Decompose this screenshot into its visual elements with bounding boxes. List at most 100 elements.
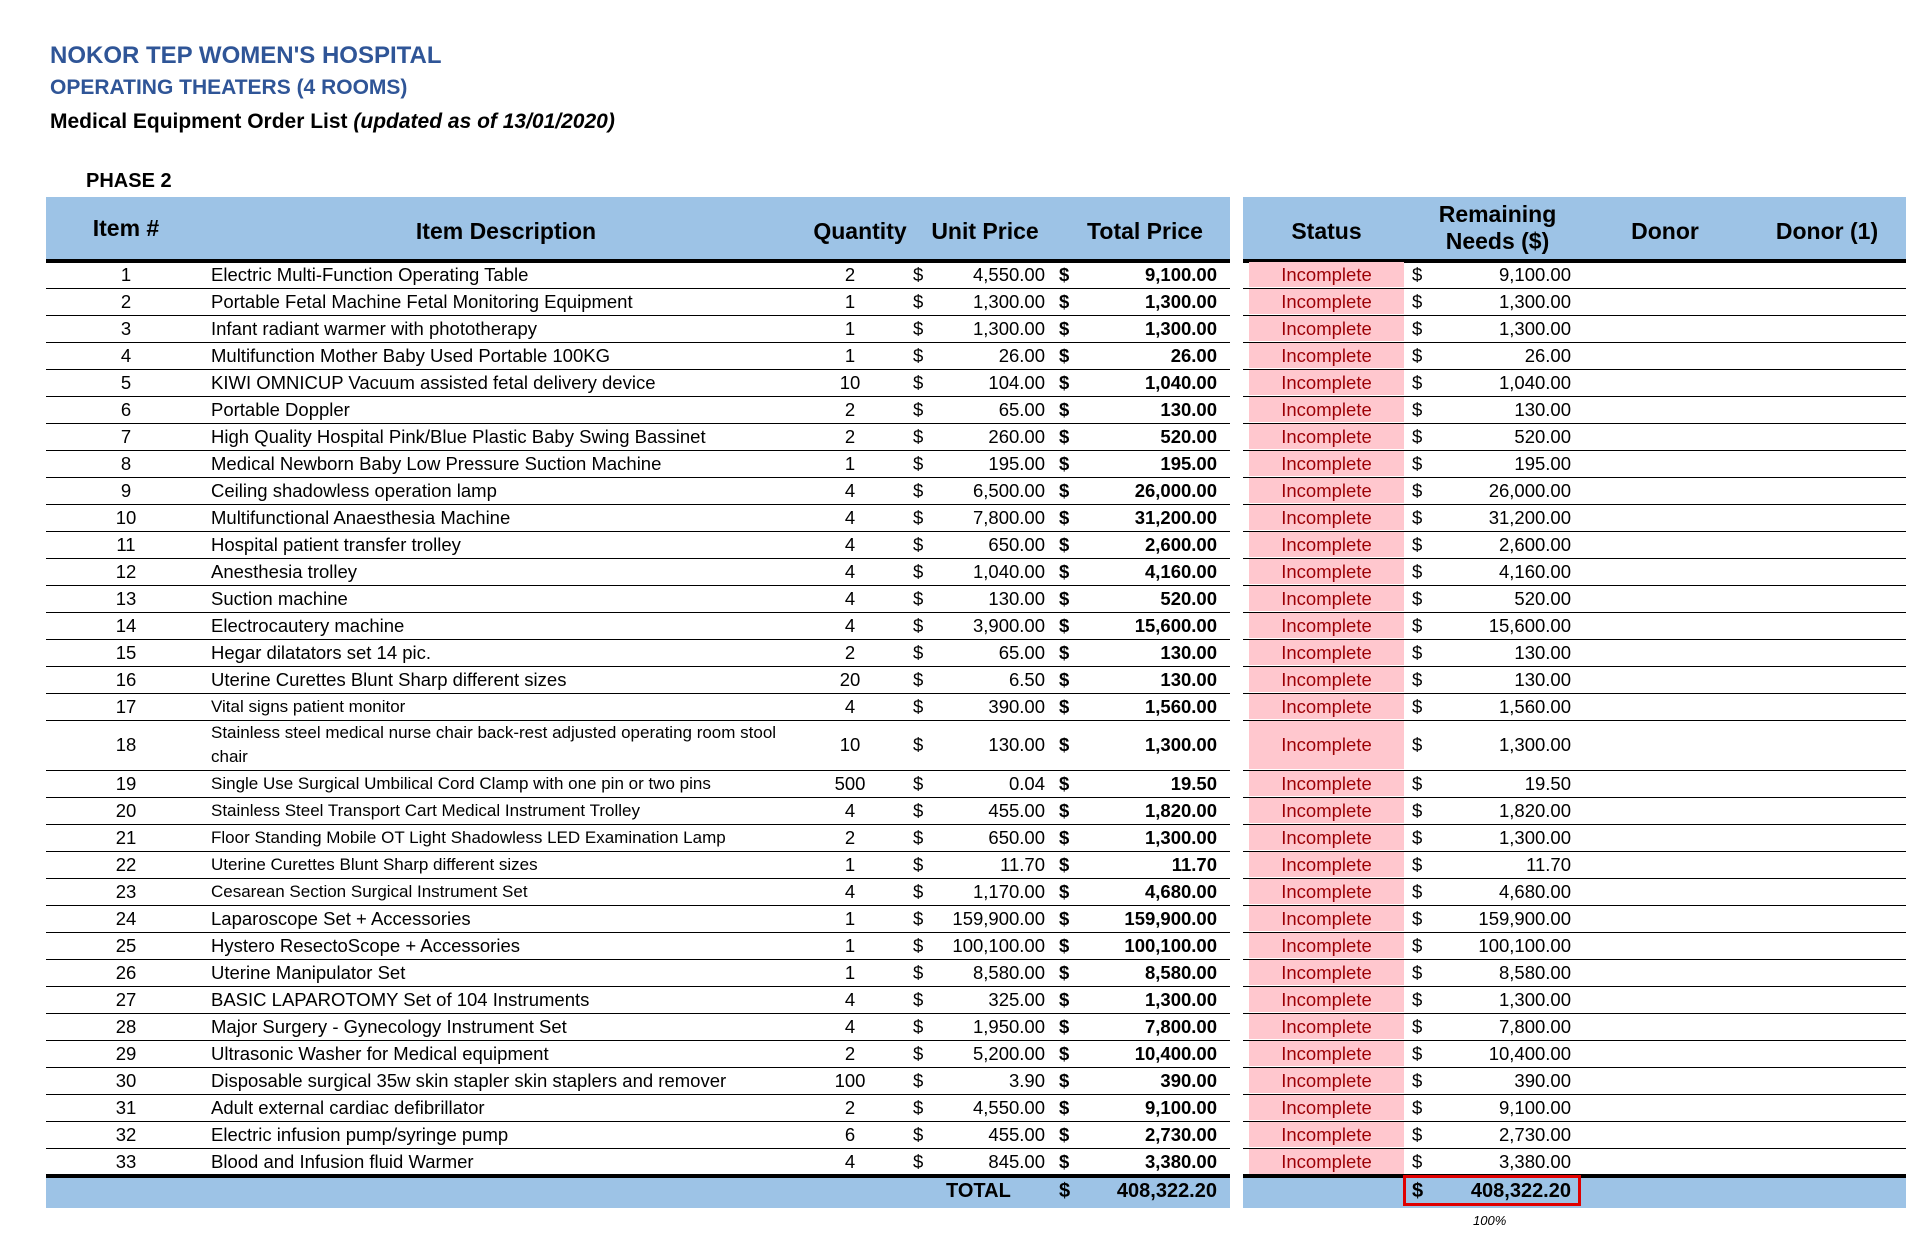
table-row: 29 Ultrasonic Washer for Medical equipmen… (0, 1041, 1930, 1068)
currency-symbol: $ (1412, 614, 1423, 636)
item-description: Portable Fetal Machine Fetal Monitoring … (211, 290, 633, 312)
currency-symbol: $ (1412, 1150, 1423, 1172)
item-unit-price: 650.00 (988, 826, 1045, 848)
table-row: 7 High Quality Hospital Pink/Blue Plastic… (0, 424, 1930, 451)
item-remaining: 1,300.00 (1498, 826, 1571, 848)
currency-symbol: $ (913, 425, 924, 447)
item-description: Infant radiant warmer with phototherapy (211, 317, 537, 339)
table-row: 24 Laparoscope Set + Accessories 1 $159,900… (0, 906, 1930, 933)
item-total-price: 2,730.00 (1144, 1123, 1217, 1145)
item-total-price: 520.00 (1160, 425, 1217, 447)
table-row: 25 Hystero ResectoScope + Accessories 1 $10… (0, 933, 1930, 960)
list-title-text: Medical Equipment Order List (50, 110, 348, 133)
currency-symbol: $ (913, 371, 924, 393)
item-quantity: 2 (844, 425, 856, 447)
col-donor1: Donor (1) (1775, 218, 1879, 244)
item-unit-price: 3,900.00 (972, 614, 1045, 636)
currency-symbol: $ (1412, 560, 1423, 582)
item-unit-price: 65.00 (998, 641, 1045, 663)
item-quantity: 4 (844, 1150, 856, 1172)
status-badge: Incomplete (1249, 640, 1404, 665)
item-number: 28 (115, 1015, 137, 1037)
currency-symbol: $ (1412, 1069, 1423, 1091)
currency-symbol: $ (1412, 826, 1423, 848)
department-title: OPERATING THEATERS (4 ROOMS) (50, 76, 408, 99)
item-total-price: 1,300.00 (1144, 734, 1217, 755)
item-unit-price: 6,500.00 (972, 479, 1045, 501)
item-number: 30 (115, 1069, 137, 1091)
currency-symbol: $ (913, 772, 924, 794)
item-total-price: 390.00 (1160, 1069, 1217, 1091)
item-number: 26 (115, 961, 137, 983)
hospital-title: NOKOR TEP WOMEN'S HOSPITAL (50, 42, 442, 69)
currency-symbol: $ (913, 1015, 924, 1037)
currency-symbol: $ (1059, 1042, 1070, 1064)
currency-symbol: $ (913, 853, 924, 875)
currency-symbol: $ (913, 290, 924, 312)
item-number: 27 (115, 988, 137, 1010)
currency-symbol: $ (1059, 799, 1070, 821)
item-unit-price: 1,170.00 (972, 880, 1045, 902)
table-row: 12 Anesthesia trolley 4 $1,040.00 $4,160.00 I… (0, 559, 1930, 586)
item-number: 31 (115, 1096, 137, 1118)
item-total-price: 15,600.00 (1134, 614, 1217, 636)
item-unit-price: 0.04 (1008, 772, 1045, 794)
item-description: Anesthesia trolley (211, 560, 358, 582)
status-badge: Incomplete (1249, 451, 1404, 476)
currency-symbol: $ (1412, 734, 1423, 755)
item-remaining: 159,900.00 (1478, 907, 1571, 929)
currency-symbol: $ (913, 1069, 924, 1091)
item-total-price: 100,100.00 (1124, 934, 1217, 956)
currency-symbol: $ (1412, 587, 1423, 609)
item-description: Ceiling shadowless operation lamp (211, 479, 497, 501)
currency-symbol: $ (1412, 479, 1423, 501)
currency-symbol: $ (1412, 1096, 1423, 1118)
item-description: Floor Standing Mobile OT Light Shadowles… (211, 827, 726, 847)
currency-symbol: $ (913, 934, 924, 956)
item-remaining: 11.70 (1526, 853, 1571, 875)
currency-symbol: $ (1059, 1069, 1070, 1091)
item-description: Suction machine (211, 587, 348, 609)
item-number: 4 (120, 344, 132, 366)
status-badge: Incomplete (1249, 798, 1404, 823)
item-total-price: 2,600.00 (1144, 533, 1217, 555)
currency-symbol: $ (1059, 988, 1070, 1010)
item-quantity: 1 (844, 934, 856, 956)
currency-symbol: $ (1059, 533, 1070, 555)
item-quantity: 4 (844, 560, 856, 582)
status-badge: Incomplete (1249, 1122, 1404, 1147)
item-description: BASIC LAPAROTOMY Set of 104 Instruments (211, 988, 590, 1010)
item-description: Multifunction Mother Baby Used Portable … (211, 344, 610, 366)
item-number: 19 (115, 772, 137, 794)
currency-symbol: $ (1059, 290, 1070, 312)
item-unit-price: 3.90 (1008, 1069, 1045, 1091)
item-quantity: 1 (844, 961, 856, 983)
currency-symbol: $ (1412, 799, 1423, 821)
currency-symbol: $ (1412, 263, 1423, 285)
item-number: 6 (120, 398, 132, 420)
currency-symbol: $ (1412, 425, 1423, 447)
item-unit-price: 26.00 (998, 344, 1045, 366)
item-remaining: 4,680.00 (1498, 880, 1571, 902)
status-badge: Incomplete (1249, 694, 1404, 719)
item-number: 13 (115, 587, 137, 609)
status-badge: Incomplete (1249, 397, 1404, 422)
phase-label: PHASE 2 (86, 170, 172, 192)
status-badge: Incomplete (1249, 1041, 1404, 1066)
currency-symbol: $ (1412, 1042, 1423, 1064)
item-remaining: 19.50 (1524, 772, 1571, 794)
table-row: 9 Ceiling shadowless operation lamp 4 $6,50… (0, 478, 1930, 505)
currency-symbol: $ (1059, 853, 1070, 875)
currency-symbol: $ (1412, 290, 1423, 312)
currency-symbol: $ (913, 1042, 924, 1064)
item-quantity: 2 (844, 263, 856, 285)
list-title: Medical Equipment Order List (updated as… (50, 110, 615, 134)
item-quantity: 4 (844, 479, 856, 501)
col-total-price: Total Price (1087, 218, 1203, 244)
currency-symbol: $ (1059, 506, 1070, 528)
item-quantity: 4 (844, 1015, 856, 1037)
currency-symbol: $ (1059, 425, 1070, 447)
currency-symbol: $ (1059, 614, 1070, 636)
status-badge: Incomplete (1249, 933, 1404, 958)
item-remaining: 520.00 (1514, 587, 1571, 609)
